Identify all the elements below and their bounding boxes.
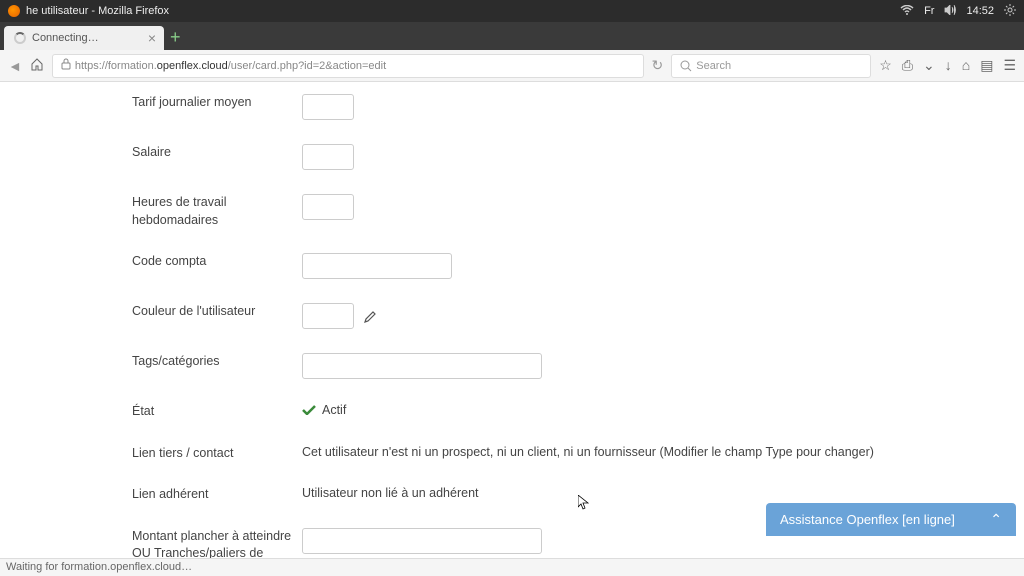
back-button[interactable]: ◄ [8, 58, 22, 74]
user-form: Tarif journalier moyen Salaire Heures de… [110, 82, 914, 558]
tab-bar: Connecting… × + [0, 22, 1024, 50]
row-couleur: Couleur de l'utilisateur [110, 291, 914, 341]
close-icon[interactable]: × [148, 30, 156, 46]
status-bar: Waiting for formation.openflex.cloud… [0, 558, 1024, 576]
salaire-input[interactable] [302, 144, 354, 170]
heures-input[interactable] [302, 194, 354, 220]
new-tab-button[interactable]: + [170, 27, 181, 48]
lien-tiers-value: Cet utilisateur n'est ni un prospect, ni… [302, 445, 892, 459]
language-indicator[interactable]: Fr [924, 5, 934, 17]
assistance-widget[interactable]: Assistance Openflex [en ligne] ⌃ [766, 503, 1016, 536]
montant-plancher-input[interactable] [302, 528, 542, 554]
library-icon[interactable]: ⎙ [902, 57, 913, 74]
tarif-journalier-input[interactable] [302, 94, 354, 120]
browser-toolbar: ◄ https://formation.openflex.cloud/user/… [0, 50, 1024, 82]
search-input[interactable]: Search [671, 54, 871, 78]
row-code-compta: Code compta [110, 241, 914, 291]
row-salaire: Salaire [110, 132, 914, 182]
pocket-icon[interactable]: ⌄ [923, 57, 935, 74]
lien-adherent-value: Utilisateur non lié à un adhérent [302, 486, 892, 500]
row-heures: Heures de travail hebdomadaires [110, 182, 914, 241]
reload-button[interactable]: ↻ [652, 57, 664, 74]
couleur-input[interactable] [302, 303, 354, 329]
loading-spinner-icon [14, 32, 26, 44]
chevron-up-icon: ⌃ [990, 511, 1002, 528]
menu-icon[interactable]: ☰ [1003, 57, 1016, 74]
wifi-icon [900, 5, 914, 18]
download-icon[interactable]: ↓ [945, 57, 952, 74]
assistance-label: Assistance Openflex [en ligne] [780, 512, 955, 527]
pencil-icon[interactable] [363, 310, 377, 324]
speaker-icon[interactable] [944, 5, 956, 18]
window-title: he utilisateur - Mozilla Firefox [26, 5, 900, 17]
page-content: Tarif journalier moyen Salaire Heures de… [0, 82, 1024, 558]
system-tray: Fr 14:52 [900, 4, 1016, 19]
row-lien-tiers: Lien tiers / contact Cet utilisateur n'e… [110, 433, 914, 475]
status-text: Waiting for formation.openflex.cloud… [6, 561, 192, 573]
row-tarif-journalier: Tarif journalier moyen [110, 82, 914, 132]
os-title-bar: he utilisateur - Mozilla Firefox Fr 14:5… [0, 0, 1024, 22]
url-input[interactable]: https://formation.openflex.cloud/user/ca… [52, 54, 644, 78]
browser-tab[interactable]: Connecting… × [4, 26, 164, 50]
home-icon[interactable]: ⌂ [962, 57, 970, 74]
firefox-icon [8, 5, 20, 17]
row-etat: État Actif [110, 391, 914, 433]
tab-label: Connecting… [32, 32, 99, 44]
home-button[interactable] [30, 57, 44, 74]
code-compta-input[interactable] [302, 253, 452, 279]
sidebar-icon[interactable]: ▤ [980, 57, 993, 74]
gear-icon[interactable] [1004, 4, 1016, 19]
star-icon[interactable]: ☆ [879, 57, 892, 74]
check-icon [302, 405, 316, 415]
row-tags: Tags/catégories [110, 341, 914, 391]
lock-icon [61, 58, 71, 73]
cursor-icon [578, 495, 590, 514]
tags-input[interactable] [302, 353, 542, 379]
clock: 14:52 [966, 5, 994, 17]
status-badge: Actif [302, 403, 346, 417]
toolbar-icons: ☆ ⎙ ⌄ ↓ ⌂ ▤ ☰ [879, 57, 1016, 74]
